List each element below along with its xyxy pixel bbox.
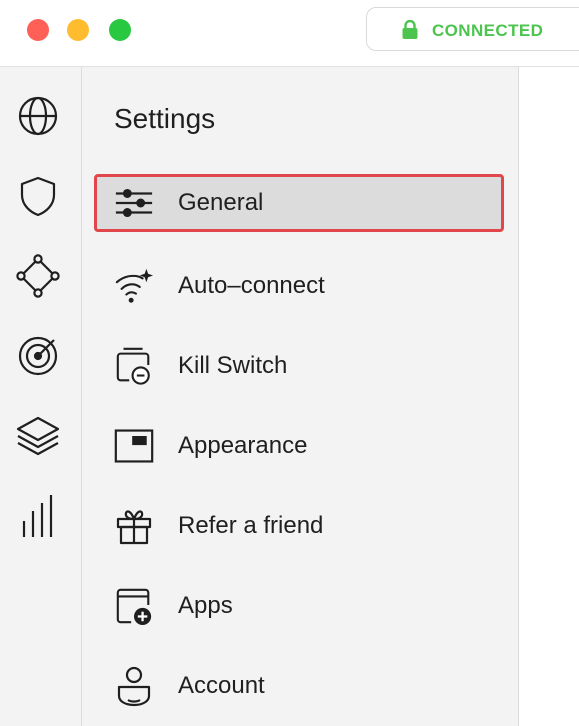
settings-item-refer-a-friend[interactable]: Refer a friend	[94, 497, 504, 555]
settings-item-account[interactable]: Account	[94, 657, 504, 715]
settings-item-auto-connect[interactable]: Auto–connect	[94, 257, 504, 315]
bar-chart-icon[interactable]	[15, 493, 61, 539]
shield-icon[interactable]	[15, 173, 61, 219]
content-pane	[519, 67, 579, 726]
gift-icon	[114, 508, 154, 545]
icon-rail	[0, 67, 82, 726]
settings-item-general[interactable]: General	[94, 174, 504, 232]
account-icon	[114, 666, 154, 707]
kill-switch-icon	[114, 347, 154, 385]
globe-icon[interactable]	[15, 93, 61, 139]
sliders-icon	[114, 185, 154, 221]
lock-icon	[401, 19, 419, 45]
window-close-button[interactable]	[27, 19, 49, 41]
wifi-sparkle-icon	[114, 268, 154, 304]
window-minimize-button[interactable]	[67, 19, 89, 41]
nodes-icon[interactable]	[15, 253, 61, 299]
appearance-icon	[114, 428, 154, 464]
settings-item-label: Apps	[178, 592, 233, 619]
settings-panel: Settings General Auto–connect Kill Switc…	[82, 67, 519, 726]
target-icon[interactable]	[15, 333, 61, 379]
settings-item-label: Appearance	[178, 432, 308, 459]
connection-status-pill[interactable]: CONNECTED	[366, 7, 579, 51]
connection-status-text: CONNECTED	[432, 21, 544, 40]
settings-item-label: General	[178, 189, 264, 216]
settings-item-label: Account	[178, 672, 265, 699]
apps-add-icon	[114, 588, 154, 626]
settings-item-kill-switch[interactable]: Kill Switch	[94, 337, 504, 395]
settings-item-apps[interactable]: Apps	[94, 577, 504, 635]
page-title: Settings	[114, 103, 216, 134]
layers-icon[interactable]	[15, 413, 61, 459]
settings-item-appearance[interactable]: Appearance	[94, 417, 504, 475]
settings-item-label: Kill Switch	[178, 352, 288, 379]
settings-item-label: Refer a friend	[178, 512, 324, 539]
settings-item-label: Auto–connect	[178, 272, 325, 299]
window-zoom-button[interactable]	[109, 19, 131, 41]
title-bar: CONNECTED	[0, 0, 579, 67]
